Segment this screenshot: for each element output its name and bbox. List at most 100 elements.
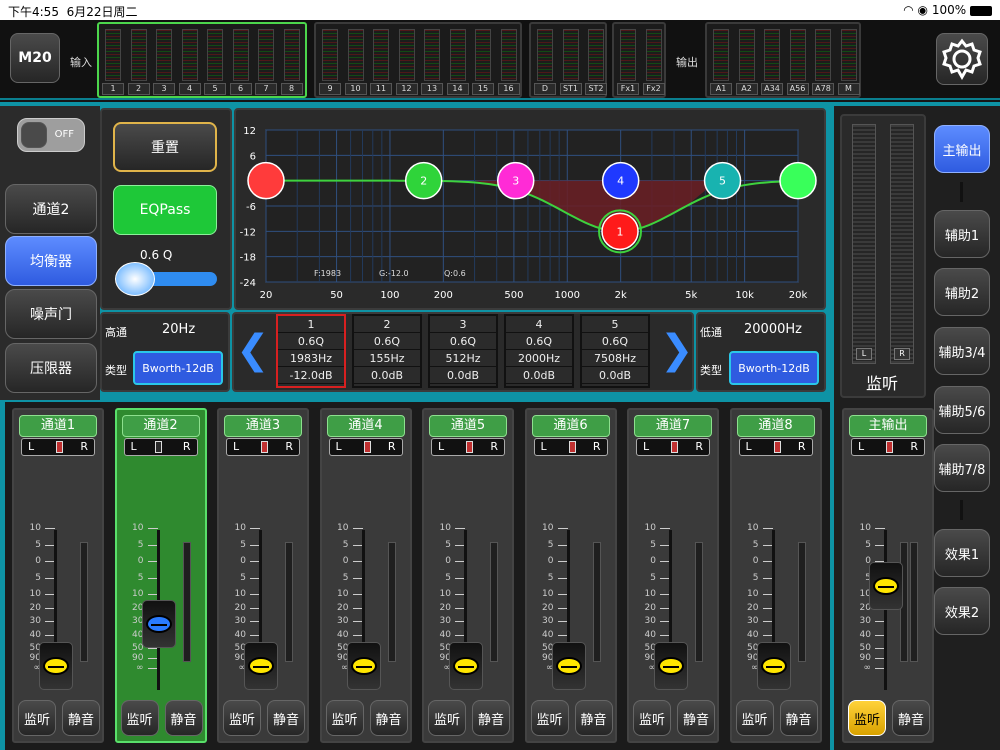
- eq-band-5[interactable]: 5 0.6Q 7508Hz 0.0dB: [580, 314, 650, 388]
- lowpass-freq[interactable]: 20000Hz: [744, 322, 802, 337]
- reset-button[interactable]: 重置: [113, 122, 217, 172]
- input-group-3[interactable]: D ST1 ST2: [529, 22, 607, 98]
- pan-control[interactable]: LR: [851, 438, 925, 456]
- mute-button[interactable]: 静音: [369, 700, 408, 736]
- pan-control[interactable]: LR: [636, 438, 710, 456]
- level-meter[interactable]: 16: [497, 27, 520, 97]
- output-group[interactable]: A1 A2 A34 A56 A78 M: [705, 22, 861, 98]
- eq-band-3[interactable]: 3 0.6Q 512Hz 0.0dB: [428, 314, 498, 388]
- channel-name[interactable]: 通道4: [326, 415, 405, 437]
- level-meter[interactable]: Fx2: [642, 27, 665, 97]
- eq-band-4[interactable]: 4 0.6Q 2000Hz 0.0dB: [504, 314, 574, 388]
- channel-name[interactable]: 通道6: [531, 415, 610, 437]
- mute-button[interactable]: 静音: [574, 700, 613, 736]
- eq-band-1[interactable]: 1 0.6Q 1983Hz -12.0dB: [276, 314, 346, 388]
- main-out-button[interactable]: 主输出: [934, 125, 990, 173]
- channel-name[interactable]: 通道5: [429, 415, 507, 437]
- pan-control[interactable]: LR: [328, 438, 403, 456]
- level-meter[interactable]: A56: [786, 27, 809, 97]
- pan-control[interactable]: LR: [21, 438, 95, 456]
- next-band-icon[interactable]: ❯: [660, 330, 694, 370]
- level-meter[interactable]: 12: [395, 27, 418, 97]
- device-button[interactable]: M20: [10, 33, 60, 83]
- pan-control[interactable]: LR: [431, 438, 505, 456]
- aux56-button[interactable]: 辅助5/6: [934, 386, 990, 434]
- fader-knob[interactable]: [756, 642, 791, 690]
- level-meter[interactable]: 3: [153, 27, 175, 97]
- channel-name[interactable]: 通道2: [121, 415, 200, 437]
- monitor-button[interactable]: 监听: [120, 700, 159, 736]
- prev-band-icon[interactable]: ❮: [236, 330, 270, 370]
- aux2-button[interactable]: 辅助2: [934, 268, 990, 316]
- tab-eq[interactable]: 均衡器: [5, 236, 97, 286]
- mute-button[interactable]: 静音: [164, 700, 203, 736]
- level-meter[interactable]: D: [534, 27, 556, 97]
- channel-name[interactable]: 通道3: [224, 415, 302, 437]
- level-meter[interactable]: 4: [178, 27, 201, 97]
- level-meter[interactable]: M: [837, 27, 860, 97]
- input-group-2[interactable]: 9 10 11 12 13 14 15 16: [314, 22, 522, 98]
- monitor-button[interactable]: 监听: [325, 700, 364, 736]
- level-meter[interactable]: A34: [761, 27, 783, 97]
- monitor-button[interactable]: 监听: [848, 700, 886, 736]
- pan-control[interactable]: LR: [123, 438, 198, 456]
- eq-node[interactable]: [247, 161, 285, 200]
- monitor-button[interactable]: 监听: [428, 700, 466, 736]
- tab-channel2[interactable]: 通道2: [5, 184, 97, 234]
- channel-name[interactable]: 通道8: [736, 415, 815, 437]
- eq-node[interactable]: [779, 161, 817, 200]
- channel-name[interactable]: 通道7: [634, 415, 712, 437]
- level-meter[interactable]: 15: [472, 27, 494, 97]
- level-meter[interactable]: 14: [446, 27, 469, 97]
- level-meter[interactable]: 8: [280, 27, 303, 97]
- tab-gate[interactable]: 噪声门: [5, 289, 97, 339]
- fader-knob[interactable]: [654, 642, 688, 690]
- lowpass-type-button[interactable]: Bworth-12dB: [729, 351, 819, 385]
- eq-graph[interactable]: 1260-6-12-18-24205010020050010002k5k10k2…: [236, 110, 824, 308]
- level-meter[interactable]: ST1: [559, 27, 582, 97]
- fader-knob[interactable]: [141, 600, 176, 648]
- level-meter[interactable]: A2: [735, 27, 758, 97]
- monitor-button[interactable]: 监听: [223, 700, 261, 736]
- monitor-button[interactable]: 监听: [18, 700, 56, 736]
- q-slider[interactable]: [115, 262, 217, 296]
- power-toggle[interactable]: OFF: [17, 118, 85, 152]
- channel-name[interactable]: 主输出: [849, 415, 927, 437]
- fx2-button[interactable]: 效果2: [934, 587, 990, 635]
- level-meter[interactable]: Fx1: [617, 27, 639, 97]
- settings-button[interactable]: [936, 33, 988, 85]
- fader-knob[interactable]: [244, 642, 278, 690]
- pan-control[interactable]: LR: [533, 438, 608, 456]
- input-group-1[interactable]: 12345678: [97, 22, 307, 98]
- level-meter[interactable]: 2: [127, 27, 150, 97]
- level-meter[interactable]: 10: [344, 27, 367, 97]
- aux1-button[interactable]: 辅助1: [934, 210, 990, 258]
- mute-button[interactable]: 静音: [472, 700, 510, 736]
- level-meter[interactable]: 9: [319, 27, 341, 97]
- mute-button[interactable]: 静音: [62, 700, 100, 736]
- aux34-button[interactable]: 辅助3/4: [934, 327, 990, 375]
- highpass-freq[interactable]: 20Hz: [162, 322, 195, 337]
- mute-button[interactable]: 静音: [267, 700, 305, 736]
- aux78-button[interactable]: 辅助7/8: [934, 444, 990, 492]
- level-meter[interactable]: 13: [421, 27, 443, 97]
- tab-compressor[interactable]: 压限器: [5, 343, 97, 393]
- eqpass-button[interactable]: EQPass: [113, 185, 217, 235]
- fader-knob[interactable]: [346, 642, 381, 690]
- level-meter[interactable]: 7: [255, 27, 277, 97]
- fader-knob[interactable]: [39, 642, 73, 690]
- monitor-button[interactable]: 监听: [735, 700, 774, 736]
- level-meter[interactable]: 5: [204, 27, 226, 97]
- level-meter[interactable]: ST2: [585, 27, 607, 97]
- mute-button[interactable]: 静音: [892, 700, 930, 736]
- fader-knob[interactable]: [869, 562, 903, 610]
- eq-band-2[interactable]: 2 0.6Q 155Hz 0.0dB: [352, 314, 422, 388]
- level-meter[interactable]: 1: [102, 27, 124, 97]
- level-meter[interactable]: A1: [710, 27, 732, 97]
- q-slider-thumb[interactable]: [115, 262, 155, 296]
- fader-knob[interactable]: [449, 642, 483, 690]
- level-meter[interactable]: A78: [812, 27, 834, 97]
- mute-button[interactable]: 静音: [779, 700, 818, 736]
- input-group-4[interactable]: Fx1 Fx2: [612, 22, 666, 98]
- channel-name[interactable]: 通道1: [19, 415, 97, 437]
